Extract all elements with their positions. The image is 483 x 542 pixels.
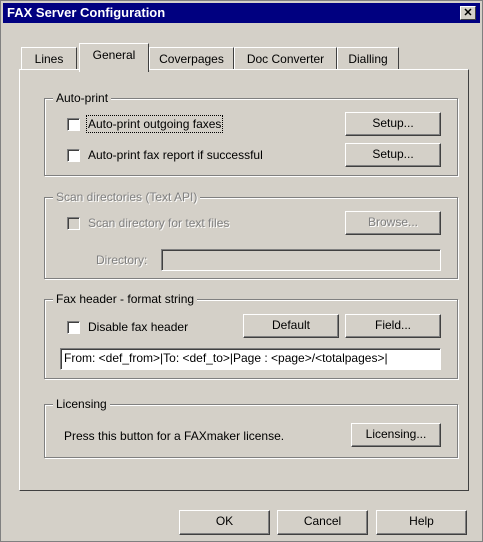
auto-print-legend: Auto-print [53,91,112,105]
browse-button[interactable]: Browse... [345,211,441,235]
scan-directories-legend: Scan directories (Text API) [53,190,201,204]
disable-fax-header-checkbox[interactable] [67,321,80,334]
directory-label: Directory: [96,253,148,267]
auto-print-report-checkbox[interactable] [67,149,80,162]
default-button[interactable]: Default [243,314,339,338]
tab-doc-converter-label: Doc Converter [246,52,325,66]
field-button[interactable]: Field... [345,314,441,338]
tab-general[interactable]: General [79,43,149,72]
licensing-group: Licensing Press this button for a FAXmak… [44,397,458,458]
title-bar[interactable]: FAX Server Configuration ✕ [3,3,480,23]
auto-print-outgoing-label[interactable]: Auto-print outgoing faxes [85,115,224,133]
help-button[interactable]: Help [376,510,467,535]
licensing-text: Press this button for a FAXmaker license… [64,429,285,443]
fax-header-format-input[interactable]: From: <def_from>|To: <def_to>|Page : <pa… [60,348,441,370]
tab-coverpages-label: Coverpages [159,52,224,66]
scan-directories-group: Scan directories (Text API) Scan directo… [44,190,458,279]
tab-lines-label: Lines [34,52,64,66]
tab-dialling-label: Dialling [348,52,388,66]
tab-lines[interactable]: Lines [21,47,77,70]
fax-server-config-dialog: FAX Server Configuration ✕ Lines General… [0,0,483,542]
scan-directory-label: Scan directory for text files [88,216,230,230]
tab-coverpages[interactable]: Coverpages [149,47,234,70]
fax-header-group: Fax header - format string Disable fax h… [44,292,458,379]
close-icon[interactable]: ✕ [460,6,476,20]
tab-general-label: General [92,48,136,62]
auto-print-report-setup-button[interactable]: Setup... [345,143,441,167]
ok-button[interactable]: OK [179,510,270,535]
directory-field[interactable] [161,249,441,271]
auto-print-report-label[interactable]: Auto-print fax report if successful [88,148,263,162]
cancel-button[interactable]: Cancel [277,510,368,535]
window-title: FAX Server Configuration [7,5,166,20]
licensing-legend: Licensing [53,397,110,411]
disable-fax-header-label[interactable]: Disable fax header [88,320,188,334]
auto-print-group: Auto-print Auto-print outgoing faxes Set… [44,91,458,176]
general-tab-panel: Auto-print Auto-print outgoing faxes Set… [19,69,469,491]
tab-doc-converter[interactable]: Doc Converter [234,47,337,70]
scan-directory-checkbox[interactable] [67,217,80,230]
fax-header-legend: Fax header - format string [53,292,198,306]
tab-dialling[interactable]: Dialling [337,47,399,70]
licensing-button[interactable]: Licensing... [351,423,441,447]
auto-print-outgoing-checkbox[interactable] [67,118,80,131]
auto-print-outgoing-setup-button[interactable]: Setup... [345,112,441,136]
